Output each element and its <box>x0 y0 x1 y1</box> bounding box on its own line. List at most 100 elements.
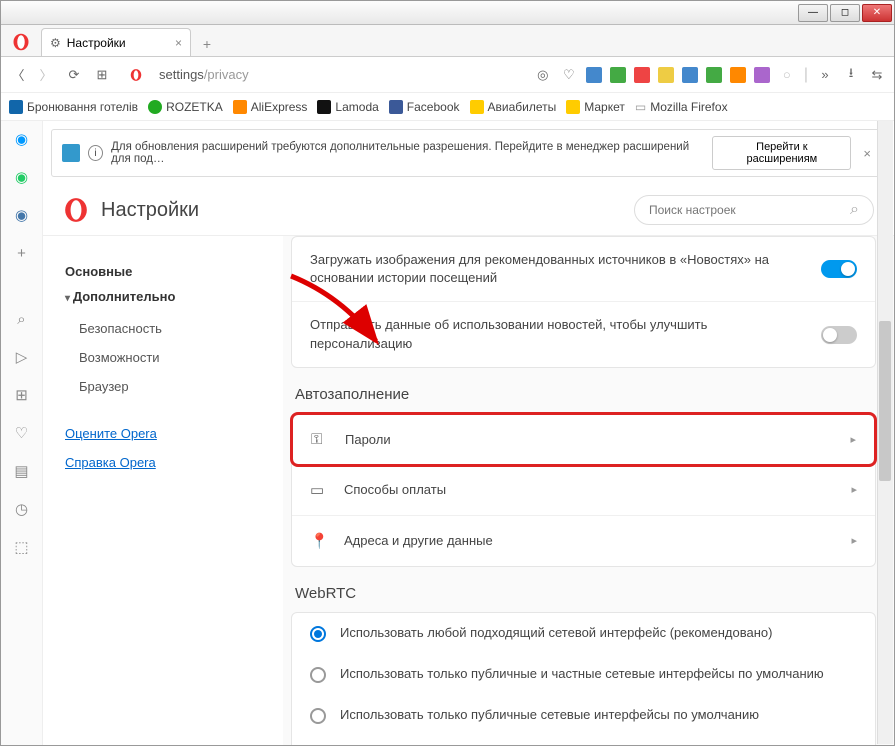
downloads-icon[interactable]: ⭳ <box>842 66 860 84</box>
chevron-right-icon: ▸ <box>850 433 856 446</box>
heart-icon[interactable]: ♡ <box>560 66 578 84</box>
speed-dial-icon[interactable]: ⊞ <box>12 385 32 405</box>
scrollbar-thumb[interactable] <box>879 321 891 481</box>
extension-icon[interactable] <box>730 67 746 83</box>
settings-scroll-area[interactable]: Загружать изображения для рекомендованны… <box>283 236 894 745</box>
url-display[interactable]: settings/privacy <box>159 67 249 82</box>
snapshot-icon[interactable]: ◎ <box>534 66 552 84</box>
webrtc-option-4[interactable]: Отключить непроксированный UDP <box>292 736 875 745</box>
passwords-row[interactable]: ⚿ Пароли ▸ <box>293 415 874 464</box>
easy-setup-icon[interactable]: ⇆ <box>868 66 886 84</box>
extension-icon[interactable] <box>586 67 602 83</box>
settings-sidenav: Основные Дополнительно Безопасность Возм… <box>43 236 283 745</box>
page-content: i Для обновления расширений требуются до… <box>43 121 894 745</box>
news-data-row: Отправлять данные об использовании новос… <box>292 302 875 366</box>
whatsapp-icon[interactable]: ◉ <box>12 167 32 187</box>
webrtc-option-1[interactable]: Использовать любой подходящий сетевой ин… <box>292 613 875 654</box>
history-icon[interactable]: ◷ <box>12 499 32 519</box>
bookmark-item[interactable]: Facebook <box>389 100 460 114</box>
tab-title: Настройки <box>67 36 126 50</box>
sidenav-advanced[interactable]: Дополнительно <box>65 289 283 304</box>
bookmark-folder[interactable]: ▭Mozilla Firefox <box>635 100 728 114</box>
back-button[interactable]: 〈 <box>9 66 27 84</box>
radio-label: Использовать любой подходящий сетевой ин… <box>340 625 772 640</box>
vk-icon[interactable]: ◉ <box>12 205 32 225</box>
tab-strip: ⚙ Настройки × + <box>1 25 894 57</box>
forward-button[interactable]: 〉 <box>37 66 55 84</box>
webrtc-option-2[interactable]: Использовать только публичные и частные … <box>292 654 875 695</box>
opera-logo-icon <box>12 33 30 51</box>
settings-body: Основные Дополнительно Безопасность Возм… <box>43 236 894 745</box>
sidenav-item-features[interactable]: Возможности <box>65 343 283 372</box>
search-icon[interactable]: ⌕ <box>12 309 32 329</box>
location-icon: 📍 <box>310 532 328 550</box>
site-info-icon[interactable] <box>127 66 145 84</box>
maximize-button[interactable]: ◻ <box>830 4 860 22</box>
chevron-right-icon: ▸ <box>851 483 857 496</box>
search-icon: ⌕ <box>850 201 859 219</box>
credit-card-icon: ▭ <box>310 481 328 499</box>
bookmarks-bar: Бронювання готелів ROZETKA AliExpress La… <box>1 93 894 121</box>
autofill-card: ⚿ Пароли ▸ ▭ Способы оплаты ▸ 📍 Адреса и… <box>291 413 876 567</box>
autofill-section-title: Автозаполнение <box>295 386 876 403</box>
close-tab-icon[interactable]: × <box>175 36 182 50</box>
page-title: Настройки <box>101 199 199 222</box>
heart-icon[interactable]: ♡ <box>12 423 32 443</box>
key-icon: ⚿ <box>311 431 329 448</box>
extension-icon[interactable] <box>634 67 650 83</box>
bookmark-item[interactable]: AliExpress <box>233 100 308 114</box>
addresses-row[interactable]: 📍 Адреса и другие данные ▸ <box>292 516 875 566</box>
extension-icon[interactable] <box>754 67 770 83</box>
news-icon[interactable]: ▤ <box>12 461 32 481</box>
settings-search[interactable]: ⌕ <box>634 195 874 225</box>
extension-icon[interactable] <box>610 67 626 83</box>
opera-logo-icon <box>63 197 89 223</box>
messenger-icon[interactable]: ◉ <box>12 129 32 149</box>
news-card: Загружать изображения для рекомендованны… <box>291 236 876 368</box>
radio-button[interactable] <box>310 626 326 642</box>
sidenav-item-browser[interactable]: Браузер <box>65 372 283 401</box>
bookmark-item[interactable]: ROZETKA <box>148 100 223 114</box>
extension-icon[interactable] <box>658 67 674 83</box>
notice-badge-icon <box>62 144 80 162</box>
webrtc-option-3[interactable]: Использовать только публичные сетевые ин… <box>292 695 875 736</box>
opera-menu-button[interactable] <box>7 28 35 56</box>
sidenav-item-security[interactable]: Безопасность <box>65 314 283 343</box>
bookmark-item[interactable]: Lamoda <box>317 100 378 114</box>
bookmark-item[interactable]: Бронювання готелів <box>9 100 138 114</box>
extensions-icon[interactable]: ⬚ <box>12 537 32 557</box>
news-images-row: Загружать изображения для рекомендованны… <box>292 237 875 302</box>
speed-dial-button[interactable]: ⊞ <box>93 66 111 84</box>
close-window-button[interactable]: ✕ <box>862 4 892 22</box>
webrtc-card: Использовать любой подходящий сетевой ин… <box>291 612 876 745</box>
minimize-button[interactable]: — <box>798 4 828 22</box>
rate-opera-link[interactable]: Оцените Opera <box>65 419 283 448</box>
search-input[interactable] <box>649 203 842 217</box>
browser-tab-settings[interactable]: ⚙ Настройки × <box>41 28 191 56</box>
overflow-menu-icon[interactable]: » <box>816 66 834 84</box>
radio-button[interactable] <box>310 667 326 683</box>
toggle-news-images[interactable] <box>821 260 857 278</box>
extension-icon[interactable] <box>706 67 722 83</box>
toggle-news-data[interactable] <box>821 326 857 344</box>
radio-button[interactable] <box>310 708 326 724</box>
bookmark-item[interactable]: Авиабилеты <box>470 100 557 114</box>
go-to-extensions-button[interactable]: Перейти к расширениям <box>712 136 851 170</box>
sidenav-basic[interactable]: Основные <box>65 264 283 279</box>
payment-row[interactable]: ▭ Способы оплаты ▸ <box>292 465 875 516</box>
row-label: Способы оплаты <box>344 482 446 497</box>
ext-overflow-icon[interactable]: ○ <box>778 66 796 84</box>
close-notice-icon[interactable]: × <box>859 146 875 161</box>
address-bar: 〈 〉 ⟳ ⊞ settings/privacy ◎ ♡ ○ | » ⭳ ⇆ <box>1 57 894 93</box>
new-tab-button[interactable]: + <box>195 32 219 56</box>
help-opera-link[interactable]: Справка Opera <box>65 448 283 477</box>
vertical-scrollbar[interactable] <box>877 121 893 744</box>
row-label: Пароли <box>345 432 391 447</box>
bookmark-item[interactable]: Маркет <box>566 100 625 114</box>
radio-label: Использовать только публичные сетевые ин… <box>340 707 759 722</box>
toolbar-right: ◎ ♡ ○ | » ⭳ ⇆ <box>534 66 886 84</box>
send-icon[interactable]: ▷ <box>12 347 32 367</box>
add-messenger-icon[interactable]: + <box>12 243 32 263</box>
extension-icon[interactable] <box>682 67 698 83</box>
reload-button[interactable]: ⟳ <box>65 66 83 84</box>
